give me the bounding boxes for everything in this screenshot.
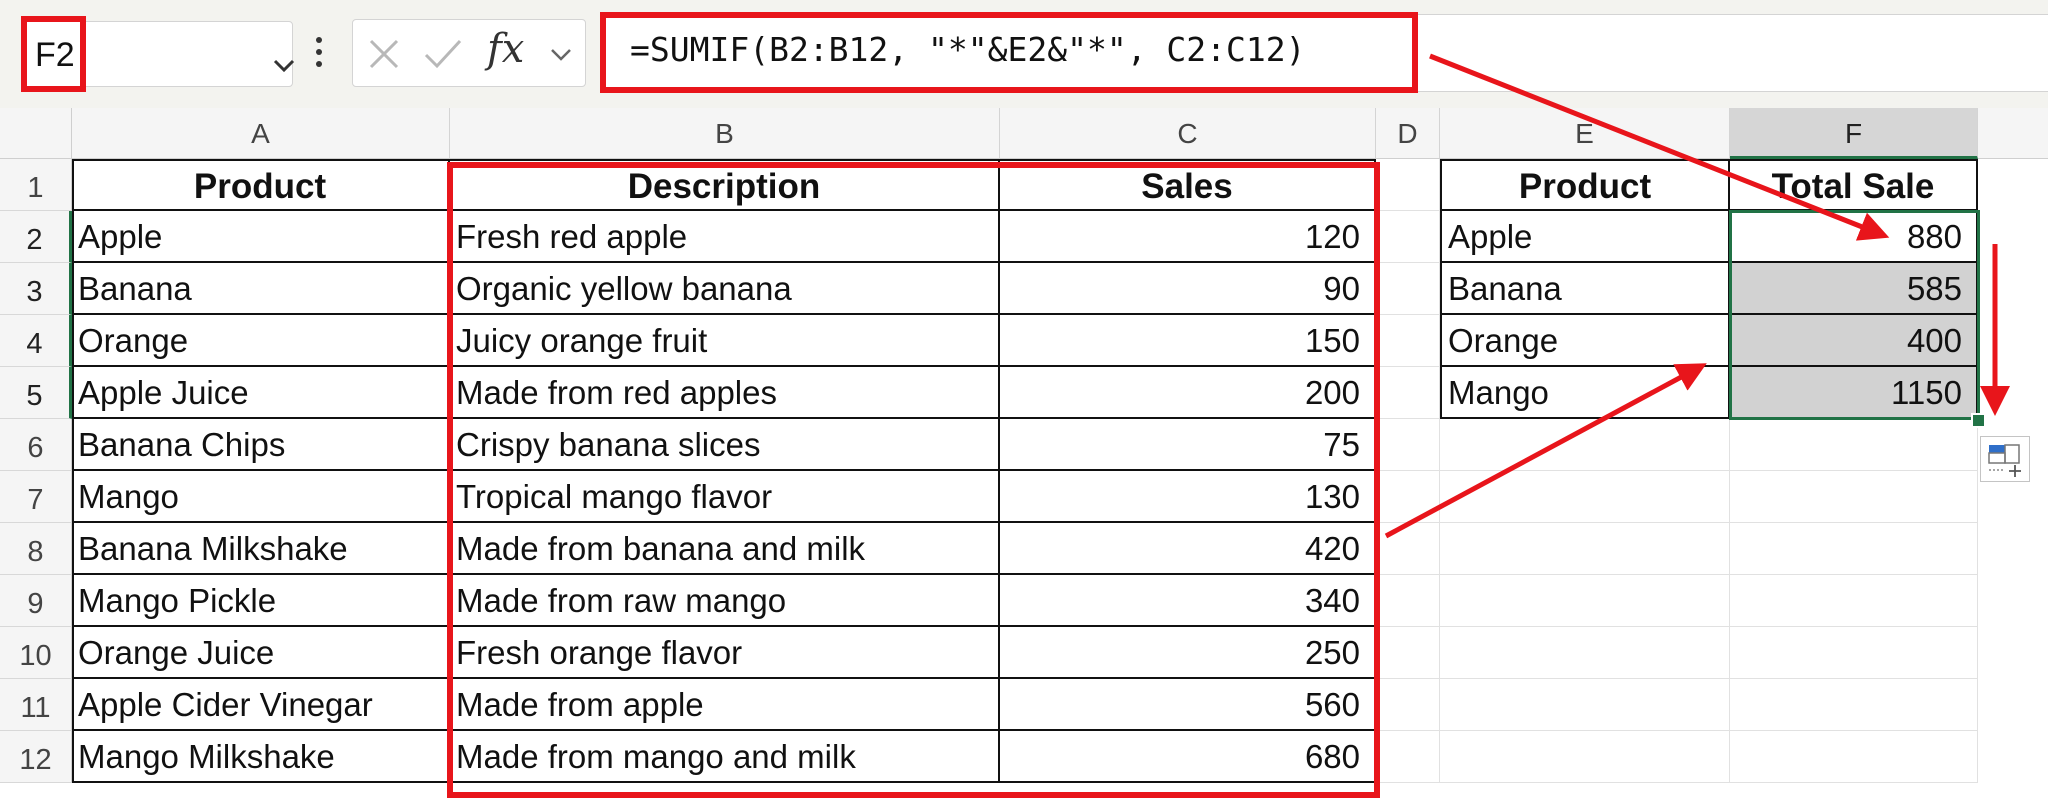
annotation-arrows <box>1384 53 2010 539</box>
arrow-table-to-results <box>1384 363 1707 539</box>
arrow-formula-to-result <box>1429 53 1890 241</box>
